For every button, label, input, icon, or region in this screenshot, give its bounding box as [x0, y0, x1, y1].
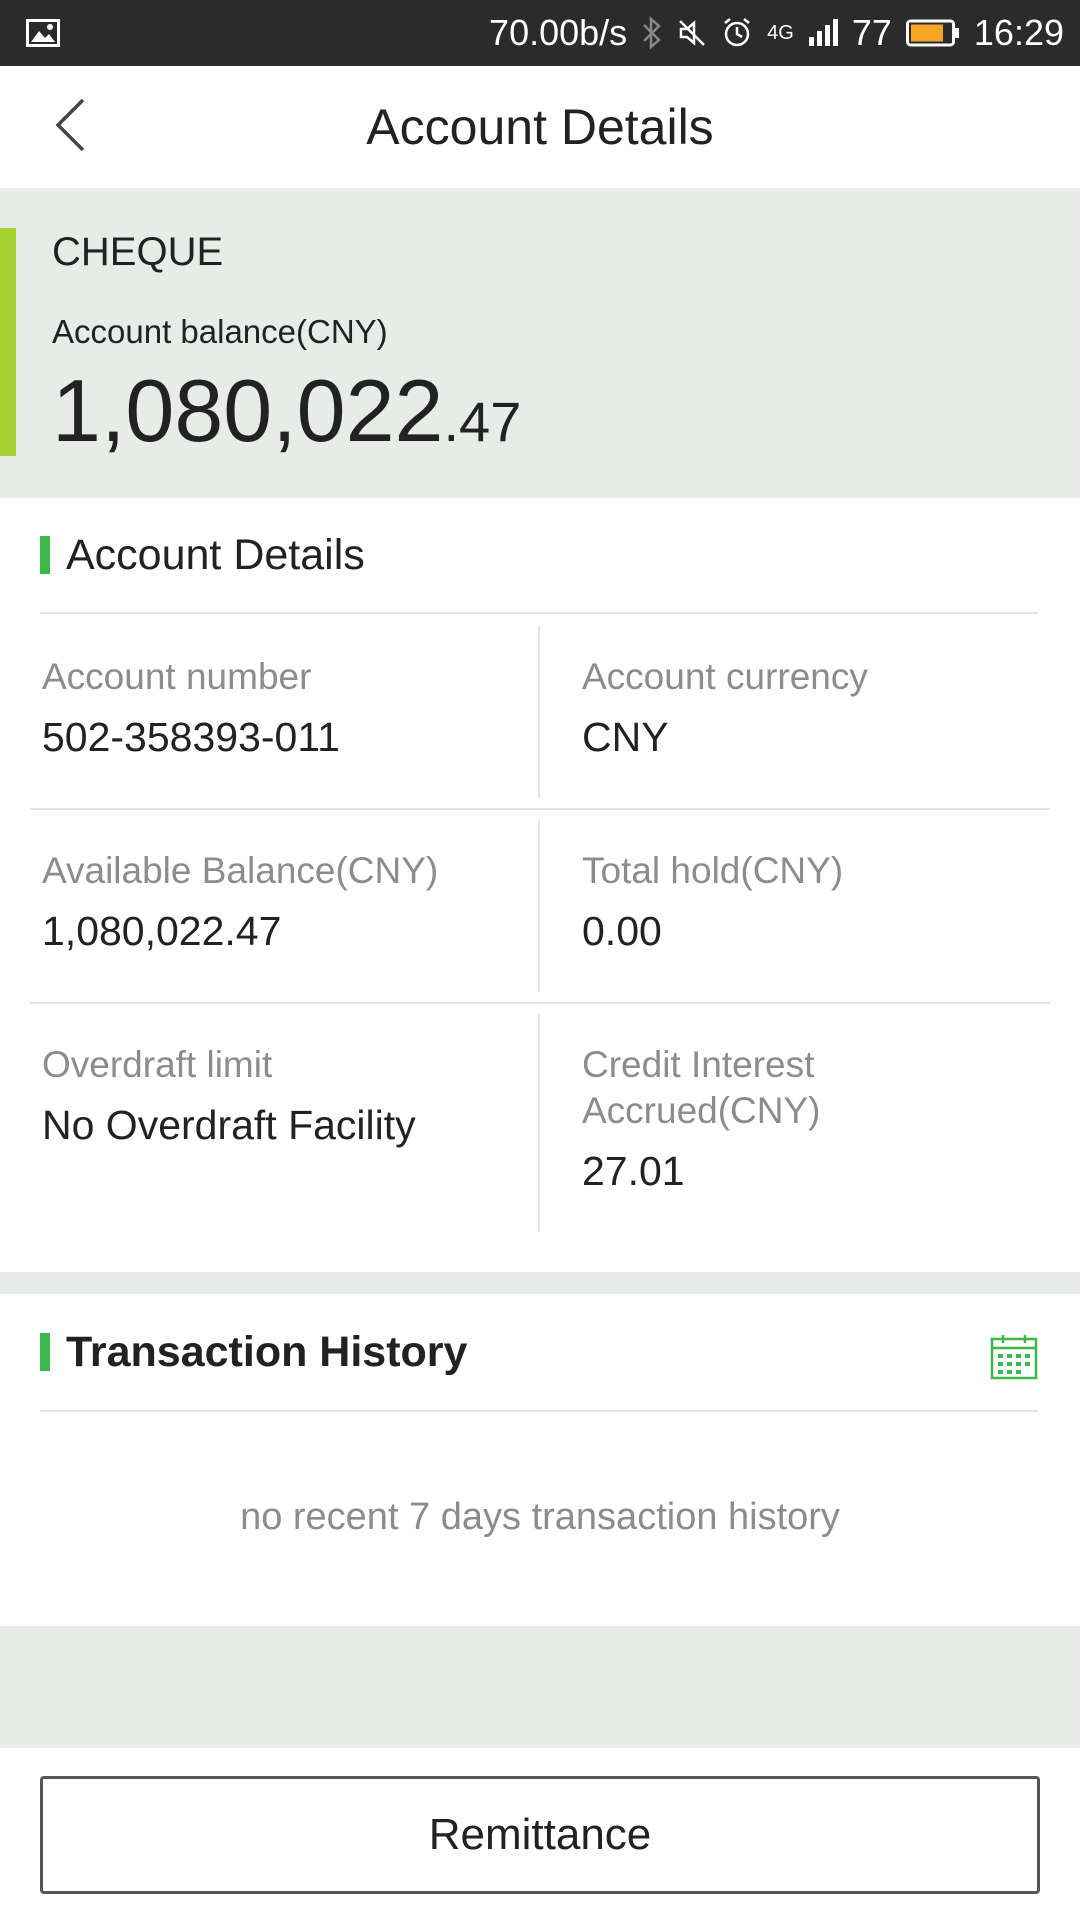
column-divider	[538, 820, 540, 992]
account-currency-value: CNY	[582, 714, 669, 760]
bluetooth-icon	[641, 16, 663, 50]
transaction-history-title: Transaction History	[66, 1327, 468, 1376]
credit-interest-label-line1: Credit Interest	[582, 1044, 815, 1085]
account-number-value: 502-358393-011	[42, 714, 340, 760]
balance-label: Account balance(CNY)	[52, 313, 388, 350]
remittance-button[interactable]: Remittance	[40, 1776, 1040, 1894]
empty-history-message: no recent 7 days transaction history	[240, 1496, 840, 1538]
battery-icon	[905, 19, 960, 47]
column-divider	[538, 626, 540, 798]
signal-icon	[808, 19, 838, 47]
available-balance-value: 1,080,022.47	[42, 908, 282, 954]
network-speed: 70.00b/s	[489, 12, 628, 53]
section-marker	[40, 536, 50, 574]
total-hold-label: Total hold(CNY)	[582, 850, 844, 891]
row-divider	[30, 1002, 1050, 1004]
total-hold-value: 0.00	[582, 908, 662, 954]
overdraft-limit-cell: Overdraft limit No Overdraft Facility	[42, 1042, 416, 1149]
balance-card: CHEQUE Account balance(CNY) 1,080,022.47	[0, 188, 1080, 498]
account-currency-cell: Account currency CNY	[582, 654, 868, 761]
alarm-icon	[721, 17, 753, 49]
credit-interest-cell: Credit Interest Accrued(CNY) 27.01	[582, 1042, 821, 1195]
balance-accent-bar	[0, 228, 16, 456]
mute-icon	[677, 18, 707, 48]
calendar-button[interactable]	[990, 1334, 1040, 1384]
transaction-history-section: Transaction History no recent 7 days tra…	[0, 1294, 1080, 1626]
bottom-action-bar: Remittance	[0, 1748, 1080, 1920]
account-details-title: Account Details	[66, 530, 365, 579]
column-divider	[538, 1014, 540, 1232]
credit-interest-value: 27.01	[582, 1148, 685, 1194]
balance-amount: 1,080,022.47	[52, 360, 521, 462]
balance-amount-cents: .47	[443, 390, 522, 453]
network-type: 4G	[767, 21, 794, 44]
section-marker	[40, 1333, 50, 1371]
account-type: CHEQUE	[52, 230, 224, 274]
image-icon	[26, 19, 60, 47]
account-details-header: Account Details	[40, 498, 1038, 614]
account-number-cell: Account number 502-358393-011	[42, 654, 340, 761]
status-bar: 70.00b/s 4G 77 16:29	[0, 0, 1080, 66]
chevron-left-icon	[53, 97, 87, 158]
account-number-label: Account number	[42, 656, 312, 697]
clock: 16:29	[973, 12, 1064, 53]
page-title: Account Details	[366, 99, 714, 155]
credit-interest-label-line2: Accrued(CNY)	[582, 1090, 821, 1131]
overdraft-limit-label: Overdraft limit	[42, 1044, 273, 1085]
account-currency-label: Account currency	[582, 656, 868, 697]
available-balance-label: Available Balance(CNY)	[42, 850, 439, 891]
battery-level: 77	[851, 12, 892, 53]
calendar-icon	[990, 1335, 1038, 1384]
row-divider	[30, 808, 1050, 810]
app-bar: Account Details	[0, 66, 1080, 188]
overdraft-limit-value: No Overdraft Facility	[42, 1102, 416, 1148]
back-button[interactable]	[40, 94, 100, 160]
transaction-history-header: Transaction History	[40, 1294, 1038, 1412]
account-details-section: Account Details Account number 502-35839…	[0, 498, 1080, 1272]
total-hold-cell: Total hold(CNY) 0.00	[582, 848, 843, 955]
available-balance-cell: Available Balance(CNY) 1,080,022.47	[42, 848, 438, 955]
balance-amount-whole: 1,080,022	[52, 361, 444, 460]
